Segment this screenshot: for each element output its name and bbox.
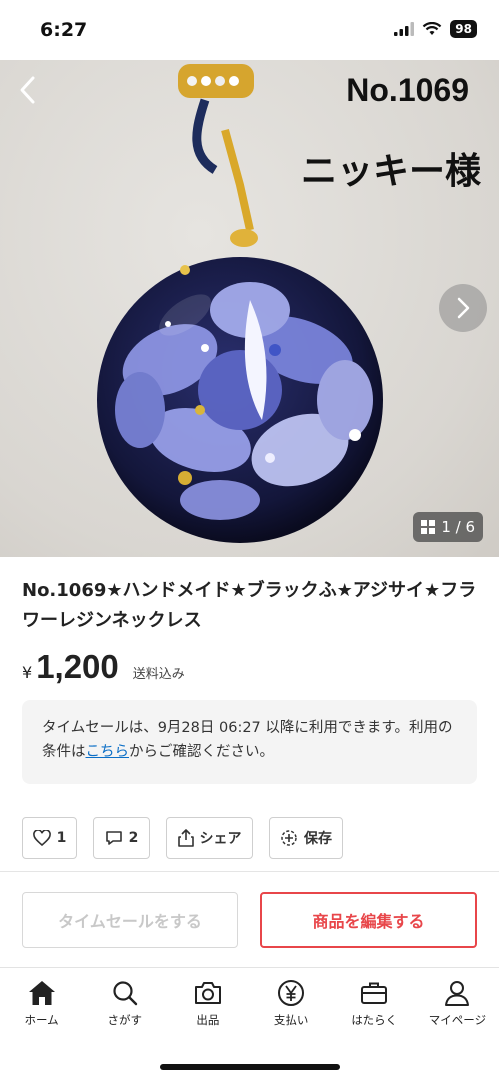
like-count: 1 [56, 830, 67, 846]
status-icons: 98 [394, 20, 477, 38]
comment-button[interactable]: 2 [93, 817, 150, 859]
notice-link[interactable]: こちら [86, 744, 130, 760]
like-button[interactable]: 1 [22, 817, 77, 859]
save-label: 保存 [304, 831, 332, 847]
tab-work[interactable]: はたらく [333, 968, 416, 1080]
product-image[interactable]: No.1069 ニッキー様 1 / 6 [0, 60, 499, 557]
home-icon [28, 981, 55, 1005]
grid-icon [421, 520, 436, 534]
tab-mypage-label: マイページ [428, 1013, 487, 1027]
heart-icon [32, 830, 51, 846]
notice-text-end: からご確認ください。 [129, 744, 274, 760]
save-plus-icon [281, 830, 297, 846]
tab-listing-label: 出品 [196, 1013, 220, 1027]
cta-row: タイムセールをする 商品を編集する [22, 892, 477, 948]
yen-icon [278, 980, 305, 1006]
divider [0, 871, 499, 872]
signal-icon [394, 22, 415, 36]
tab-home-label: ホーム [24, 1013, 59, 1027]
pendant-photo [97, 64, 383, 543]
search-icon [113, 981, 137, 1006]
price-row: ¥ 1,200 送料込み [22, 648, 185, 686]
save-button[interactable]: 保存 [269, 817, 343, 859]
tab-search-label: さがす [107, 1013, 143, 1027]
briefcase-icon [361, 982, 388, 1004]
price: 1,200 [36, 648, 119, 685]
wifi-icon [423, 22, 442, 35]
home-indicator [160, 1064, 340, 1070]
tab-payment-label: 支払い [273, 1013, 309, 1027]
currency-symbol: ¥ [22, 663, 33, 682]
action-row: 1 2 シェア 保存 [22, 817, 343, 859]
chevron-right-icon [457, 297, 470, 319]
share-label: シェア [199, 831, 242, 847]
back-button[interactable] [10, 70, 44, 110]
share-button[interactable]: シェア [166, 817, 253, 859]
product-title: No.1069★ハンドメイド★ブラックふ★アジサイ★フラワーレジンネックレス [22, 580, 477, 631]
camera-icon [194, 982, 221, 1004]
tab-mypage[interactable]: マイページ [416, 968, 499, 1080]
comment-count: 2 [128, 830, 139, 846]
next-image-button[interactable] [439, 284, 487, 332]
edit-item-button[interactable]: 商品を編集する [260, 892, 477, 948]
battery-indicator: 98 [450, 20, 477, 38]
share-icon [177, 829, 194, 847]
timesale-notice: タイムセールは、9月28日 06:27 以降に利用できます。利用の条件はこちらか… [22, 700, 477, 784]
tab-search[interactable]: さがす [83, 968, 166, 1080]
tab-home[interactable]: ホーム [0, 968, 83, 1080]
tab-work-label: はたらく [351, 1013, 398, 1027]
person-icon [445, 981, 470, 1006]
status-time: 6:27 [40, 19, 88, 41]
image-counter-text: 1 / 6 [441, 518, 475, 536]
overlay-subtitle: ニッキー様 [300, 151, 481, 192]
image-counter[interactable]: 1 / 6 [413, 512, 483, 542]
status-bar: 6:27 98 [0, 0, 499, 60]
overlay-title: No.1069 [346, 72, 469, 108]
chevron-left-icon [20, 76, 35, 104]
timesale-button[interactable]: タイムセールをする [22, 892, 238, 948]
shipping-label: 送料込み [132, 667, 185, 682]
comment-icon [105, 831, 122, 845]
